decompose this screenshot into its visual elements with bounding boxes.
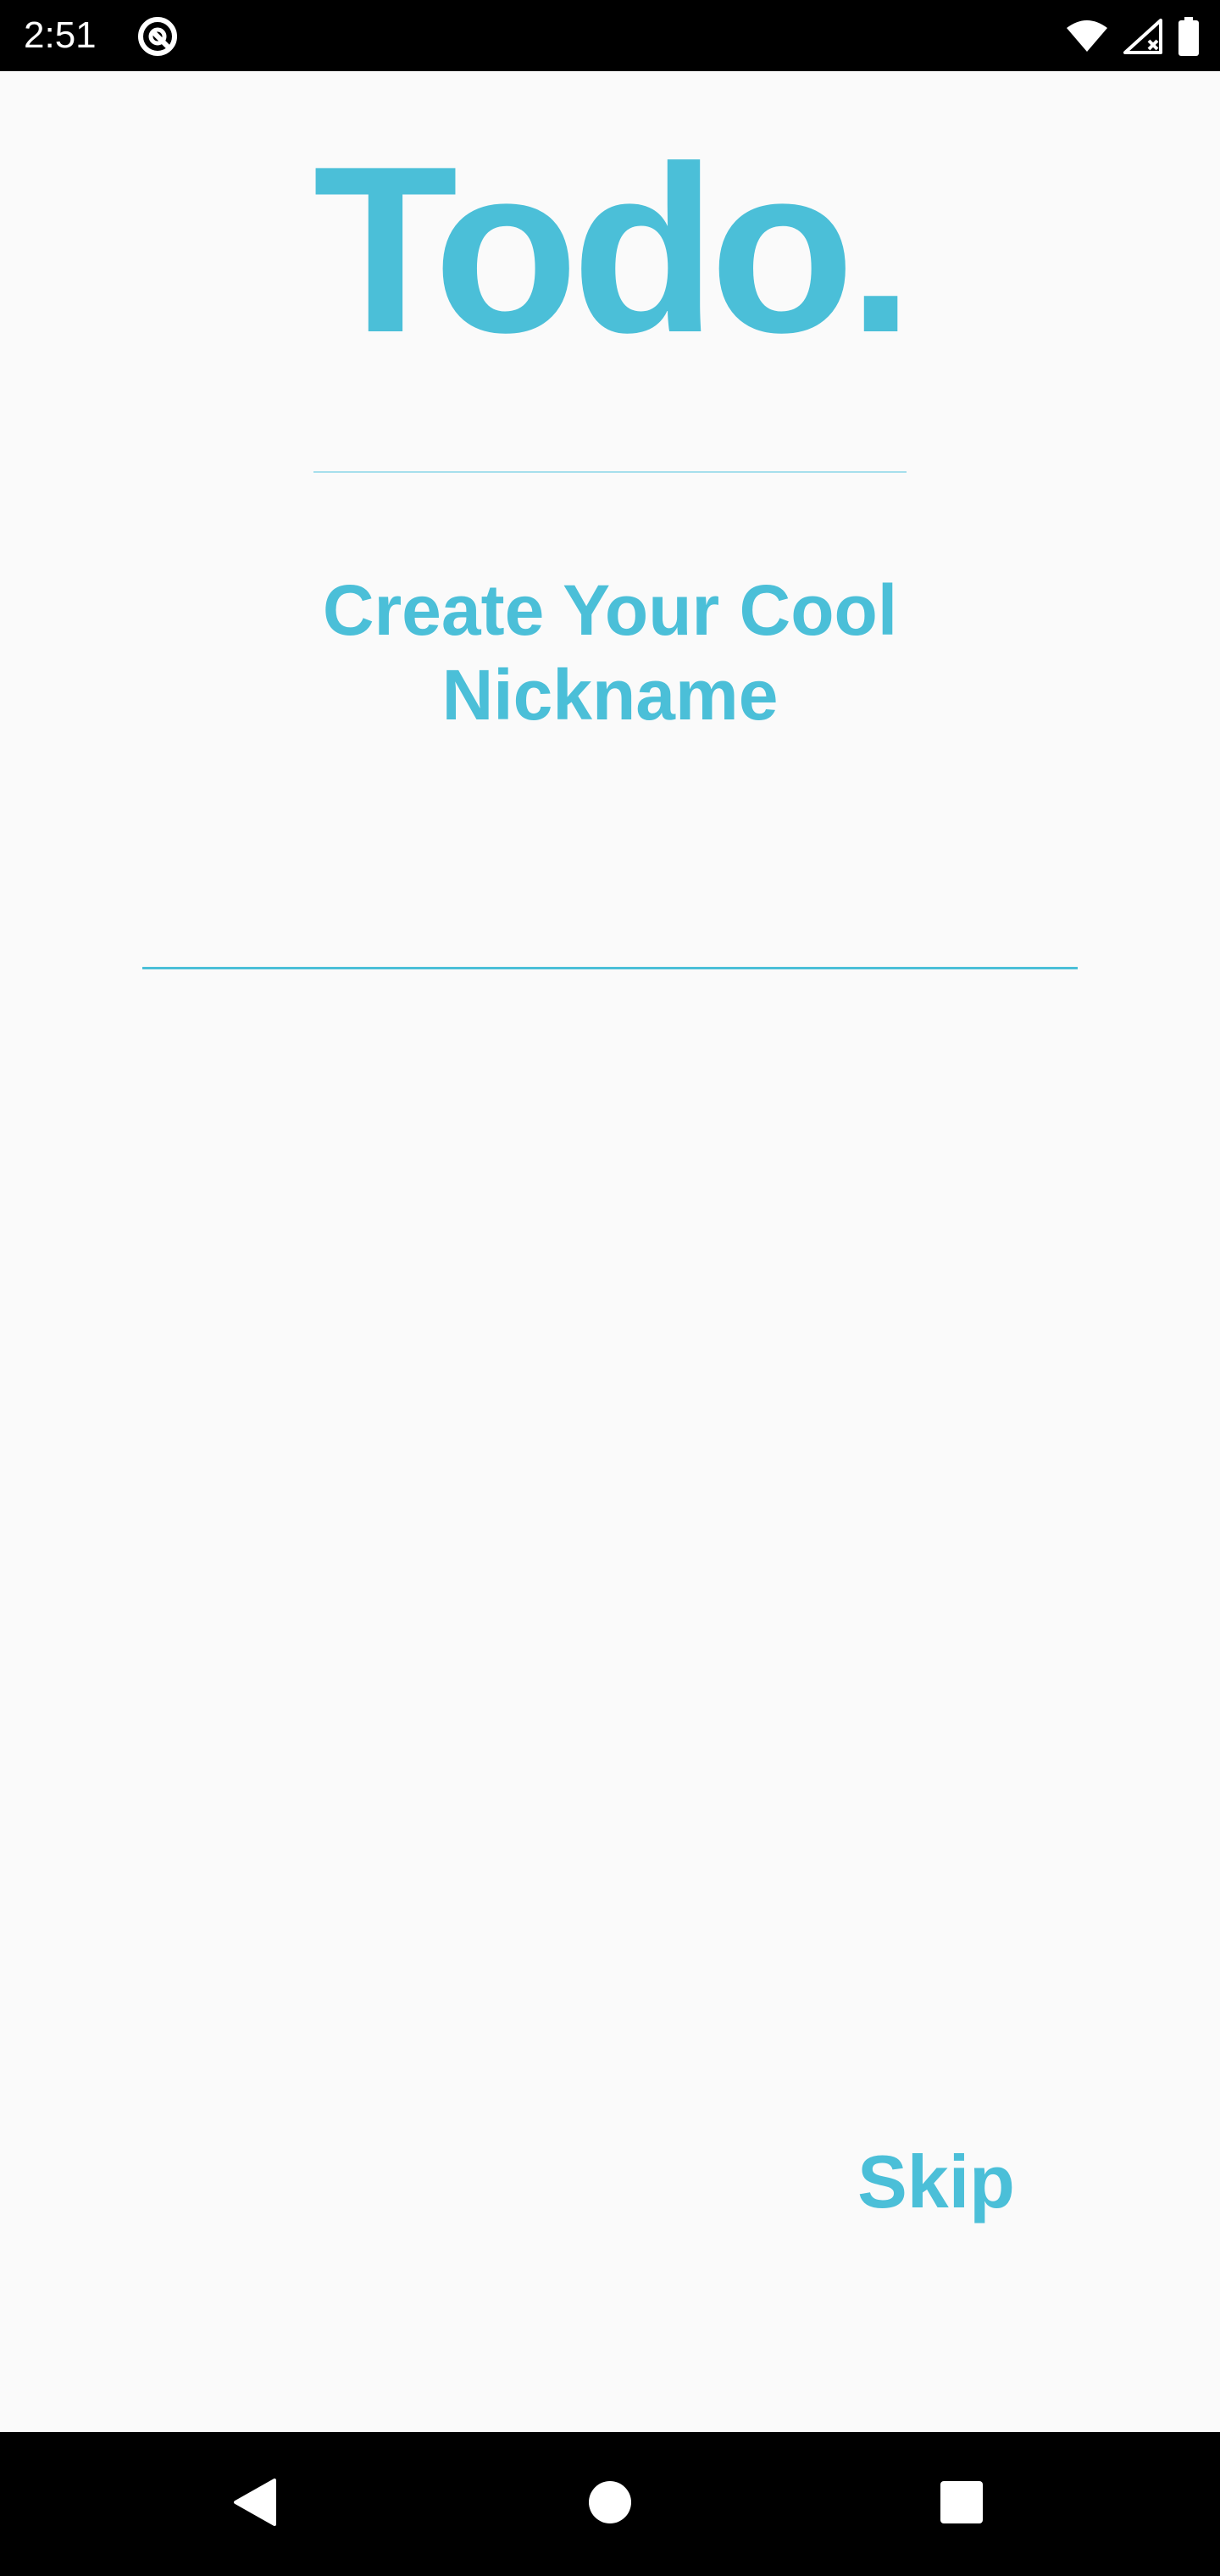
- home-icon: [587, 2479, 633, 2529]
- recents-icon: [939, 2479, 984, 2529]
- screen: 2:51 Todo. Create Your Cool Nickname Ski…: [0, 0, 1220, 2576]
- status-icons: [1066, 15, 1200, 58]
- subtitle: Create Your Cool Nickname: [322, 570, 898, 735]
- recents-button[interactable]: [923, 2466, 1000, 2542]
- app-title: Todo.: [313, 118, 913, 382]
- wifi-icon: [1066, 19, 1108, 53]
- back-button[interactable]: [216, 2466, 292, 2542]
- status-time: 2:51: [24, 14, 97, 56]
- skip-button[interactable]: Skip: [847, 2135, 1025, 2229]
- nickname-input[interactable]: [142, 890, 1078, 969]
- title-divider: [313, 471, 907, 473]
- app-notification-icon: [136, 14, 180, 58]
- battery-icon: [1178, 17, 1200, 56]
- home-button[interactable]: [572, 2466, 648, 2542]
- back-icon: [230, 2477, 278, 2532]
- status-bar: 2:51: [0, 0, 1220, 71]
- navigation-bar: [0, 2432, 1220, 2576]
- cell-signal-icon: [1123, 19, 1162, 54]
